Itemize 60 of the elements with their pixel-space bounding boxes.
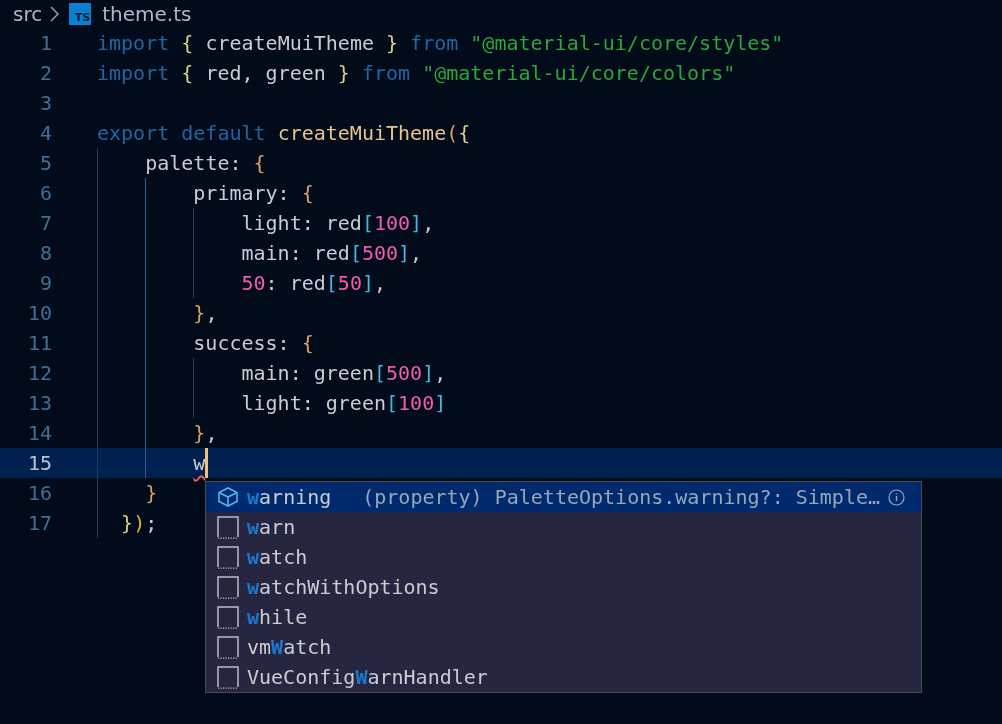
- current-code-line: w: [97, 448, 209, 478]
- typescript-file-icon: TS: [69, 3, 92, 25]
- code-line: },: [192, 420, 218, 447]
- line-number: 11: [26, 331, 52, 355]
- suggestion-item[interactable]: watch: [206, 542, 921, 572]
- suggestion-item[interactable]: vmWatch: [206, 632, 921, 662]
- line-number: 6: [38, 181, 52, 205]
- text-box-icon: [216, 665, 240, 689]
- suggestion-label: watchWithOptions: [247, 575, 440, 599]
- code-line: });: [120, 510, 158, 537]
- suggestion-label: watch: [247, 545, 308, 569]
- line-number: 16: [26, 481, 52, 505]
- suggestion-item[interactable]: while: [206, 602, 921, 632]
- suggestion-label: VueConfigWarnHandler: [247, 665, 488, 689]
- line-number: 17: [26, 511, 52, 535]
- line-number: 4: [38, 121, 52, 145]
- suggestion-item[interactable]: warning (property) PaletteOptions.warning?: Simple…: [206, 482, 921, 512]
- line-number: 10: [26, 301, 52, 325]
- line-number: 15: [26, 451, 52, 475]
- text-box-icon: [216, 605, 240, 629]
- line-number: 5: [38, 151, 52, 175]
- text-box-icon: [216, 635, 240, 659]
- code-line: 50: red[50],: [240, 270, 387, 297]
- info-icon[interactable]: [888, 488, 905, 506]
- line-number: 1: [38, 31, 52, 55]
- text-box-icon: [216, 575, 240, 599]
- file-name[interactable]: theme.ts: [102, 2, 192, 26]
- code-line: palette: {: [144, 150, 266, 177]
- line-number: 14: [26, 421, 52, 445]
- line-number: 12: [26, 361, 52, 385]
- line-number: 8: [38, 241, 52, 265]
- line-number: 3: [38, 91, 52, 115]
- suggestion-label: vmWatch: [247, 635, 332, 659]
- code-line: import { red, green } from "@material-ui/core/colors": [97, 60, 736, 87]
- folder-name[interactable]: src: [13, 2, 43, 26]
- line-number: 2: [38, 61, 52, 85]
- code-line: },: [192, 300, 218, 327]
- text-box-icon: [216, 515, 240, 539]
- code-line: export default createMuiTheme({: [97, 120, 471, 147]
- suggestion-label: warning: [247, 485, 332, 509]
- code-line: light: green[100]: [240, 390, 447, 417]
- suggestion-item[interactable]: VueConfigWarnHandler: [206, 662, 921, 692]
- line-number: 13: [26, 391, 52, 415]
- text-box-icon: [216, 545, 240, 569]
- suggestion-label: warn: [247, 515, 296, 539]
- code-line: main: green[500],: [240, 360, 447, 387]
- code-line: }: [144, 480, 158, 507]
- suggestion-item[interactable]: warn: [206, 512, 921, 542]
- cube-icon: [216, 485, 240, 509]
- line-number: 7: [38, 211, 52, 235]
- code-line: success: {: [192, 330, 314, 357]
- code-line: import { createMuiTheme } from "@material-ui/core/styles": [97, 30, 784, 57]
- suggestion-detail: (property) PaletteOptions.warning?: Simple…: [362, 485, 880, 509]
- line-number: 9: [38, 271, 52, 295]
- chevron-right-icon: [50, 6, 60, 22]
- code-line: main: red[500],: [240, 240, 423, 267]
- suggestion-item[interactable]: watchWithOptions: [206, 572, 921, 602]
- code-line: primary: {: [192, 180, 314, 207]
- suggestion-label: while: [247, 605, 308, 629]
- code-line: light: red[100],: [240, 210, 435, 237]
